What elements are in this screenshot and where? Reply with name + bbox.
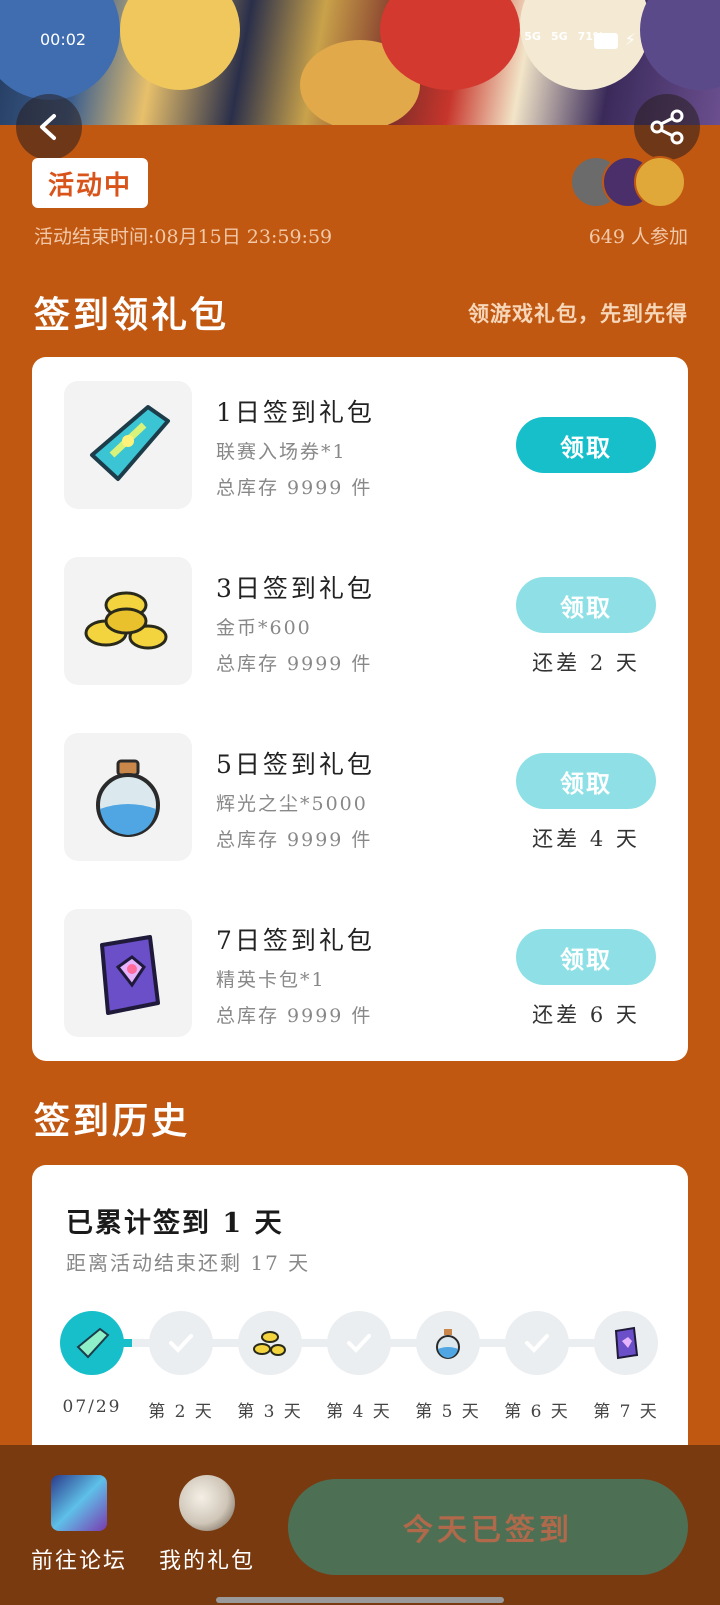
gift-stock: 总库存 9999 件 [216,1005,373,1027]
status-bar: 00:02 5G 5G 71% ⚡ [0,24,720,56]
gift-row: 7日签到礼包 精英卡包*1 总库存 9999 件 领取 还差 6 天 [32,909,688,1037]
day-label: 第 2 天 [148,1402,214,1422]
day-2-check-icon [149,1311,213,1375]
gift-box-icon [179,1475,235,1531]
day-label: 第 6 天 [504,1402,570,1422]
gift-name: 5日签到礼包 [216,750,375,779]
gift-item: 联赛入场券*1 [216,441,347,463]
my-gifts-label: 我的礼包 [158,1549,255,1574]
gift-stock: 总库存 9999 件 [216,477,373,499]
forum-button[interactable]: 前往论坛 [24,1475,134,1575]
bottom-action-bar: 前往论坛 我的礼包 今天已签到 [0,1445,720,1605]
battery-icon [594,33,618,49]
gift-list-card: 1日签到礼包 联赛入场券*1 总库存 9999 件 领取 3日签到礼包 金币*6… [32,357,688,1061]
claim-button[interactable]: 领取 [516,929,656,985]
forum-game-icon [51,1475,107,1531]
day-label: 第 4 天 [326,1402,392,1422]
total-signin-days: 已累计签到 1 天 [66,1208,284,1239]
days-remaining-note: 还差 4 天 [532,827,640,851]
chevron-left-icon [40,114,56,140]
gift-stock: 总库存 9999 件 [216,653,373,675]
signin-history-card: 已累计签到 1 天 距离活动结束还剩 17 天 07/29 第 2 天 第 3 … [32,1165,688,1465]
section-title-history: 签到历史 [34,1100,191,1142]
ticket-icon [64,381,192,509]
day-label: 第 5 天 [415,1402,481,1422]
claim-button[interactable]: 领取 [516,577,656,633]
hero-banner [0,0,720,125]
gift-item: 金币*600 [216,617,312,639]
gift-row: 3日签到礼包 金币*600 总库存 9999 件 领取 还差 2 天 [32,557,688,685]
participant-avatars[interactable] [570,156,690,210]
status-time: 00:02 [40,30,87,49]
signal-5g-icon: 5G [550,30,568,43]
day-label: 第 7 天 [593,1402,659,1422]
day-label: 07/29 [62,1397,122,1417]
gift-name: 7日签到礼包 [216,926,375,955]
section-title-signin: 签到领礼包 [34,294,230,336]
section-subtitle-signin: 领游戏礼包，先到先得 [468,301,688,326]
day-7-card-pack-icon [594,1311,658,1375]
days-until-end: 距离活动结束还剩 17 天 [66,1251,311,1275]
day-label: 第 3 天 [237,1402,303,1422]
signed-today-button[interactable]: 今天已签到 [288,1479,688,1575]
day-4-check-icon [327,1311,391,1375]
avatar [634,156,686,208]
day-6-check-icon [505,1311,569,1375]
gift-item: 精英卡包*1 [216,969,326,991]
activity-end-time: 活动结束时间:08月15日 23:59:59 [34,226,333,248]
back-button[interactable] [16,94,82,160]
gift-name: 3日签到礼包 [216,574,375,603]
claim-button[interactable]: 领取 [516,753,656,809]
my-gifts-button[interactable]: 我的礼包 [152,1475,262,1575]
charging-icon: ⚡ [624,30,636,49]
gift-stock: 总库存 9999 件 [216,829,373,851]
day-1-ticket-icon [60,1311,124,1375]
participant-count[interactable]: 649 人参加 [589,222,688,249]
claim-button[interactable]: 领取 [516,417,656,473]
forum-label: 前往论坛 [30,1549,127,1574]
gift-item: 辉光之尘*5000 [216,793,368,815]
share-icon [650,109,684,145]
gift-row: 1日签到礼包 联赛入场券*1 总库存 9999 件 领取 [32,381,688,509]
gold-coins-icon [64,557,192,685]
days-remaining-note: 还差 6 天 [532,1003,640,1027]
share-button[interactable] [634,94,700,160]
home-indicator[interactable] [216,1597,504,1603]
gift-row: 5日签到礼包 辉光之尘*5000 总库存 9999 件 领取 还差 4 天 [32,733,688,861]
signal-5g-icon: 5G [524,30,541,43]
days-remaining-note: 还差 2 天 [532,651,640,675]
card-pack-icon [64,909,192,1037]
day-3-gold-coins-icon [238,1311,302,1375]
status-icons: 5G 5G 71% [524,30,640,43]
gift-name: 1日签到礼包 [216,398,375,427]
day-5-potion-bottle-icon [416,1311,480,1375]
activity-status-badge: 活动中 [32,158,148,208]
potion-bottle-icon [64,733,192,861]
